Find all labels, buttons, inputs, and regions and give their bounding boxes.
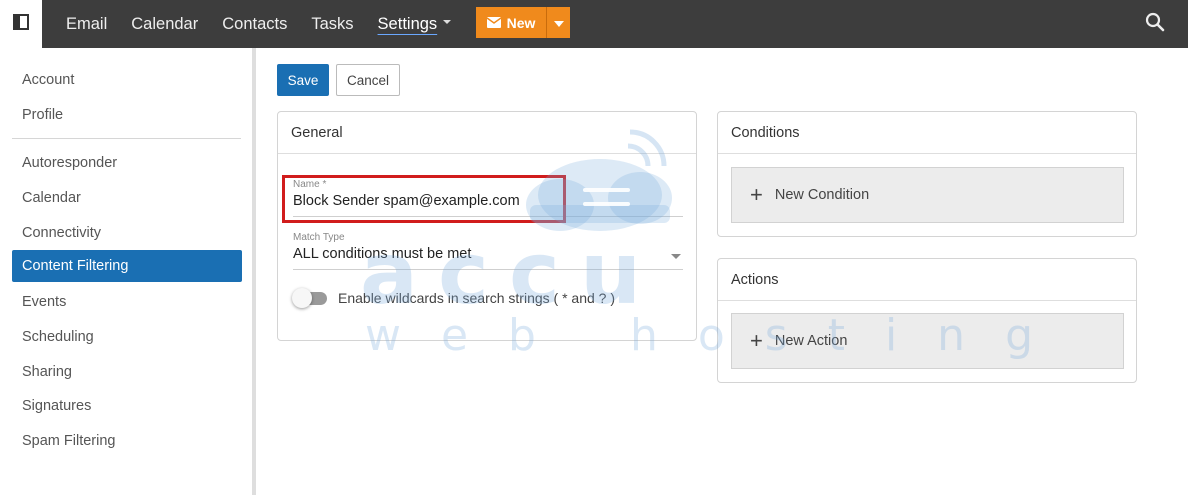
nav-contacts[interactable]: Contacts (222, 15, 287, 34)
name-field[interactable]: Name * Block Sender spam@example.com (293, 179, 683, 217)
sidebar-divider (12, 138, 241, 139)
plus-icon: + (750, 182, 763, 207)
cancel-button[interactable]: Cancel (336, 64, 400, 96)
chevron-down-icon (443, 20, 452, 25)
new-action-button[interactable]: + New Action (731, 313, 1124, 369)
sidebar-toggle-icon (13, 13, 29, 35)
sidebar-item-profile[interactable]: Profile (12, 99, 242, 131)
new-button-group: New (476, 7, 570, 38)
nav-tasks[interactable]: Tasks (311, 15, 353, 34)
sidebar-item-autoresponder[interactable]: Autoresponder (12, 147, 242, 179)
toggle-knob (292, 288, 312, 308)
search-button[interactable] (1140, 9, 1170, 39)
dropdown-caret-icon (671, 254, 681, 259)
main-nav: Email Calendar Contacts Tasks Settings (54, 0, 463, 48)
new-dropdown-button[interactable] (546, 7, 570, 38)
envelope-icon (486, 15, 502, 31)
new-button[interactable]: New (476, 7, 546, 38)
sidebar-item-connectivity[interactable]: Connectivity (12, 217, 242, 249)
sidebar-item-scheduling[interactable]: Scheduling (12, 321, 242, 353)
name-field-label: Name * (293, 179, 327, 190)
nav-settings[interactable]: Settings (378, 15, 452, 34)
wildcards-toggle-row[interactable]: Enable wildcards in search strings ( * a… (292, 288, 615, 308)
new-condition-label: New Condition (774, 187, 870, 203)
sidebar-item-spam-filtering[interactable]: Spam Filtering (12, 425, 242, 457)
general-card: General Name * Block Sender spam@example… (277, 111, 697, 341)
sidebar-item-signatures[interactable]: Signatures (12, 390, 242, 422)
actions-card-title: Actions (718, 259, 1136, 301)
new-button-label: New (506, 14, 536, 31)
sidebar-item-sharing[interactable]: Sharing (12, 356, 242, 388)
conditions-card-title: Conditions (718, 112, 1136, 154)
match-type-select[interactable]: Match Type ALL conditions must be met (293, 232, 683, 270)
sidebar-item-content-filtering[interactable]: Content Filtering (12, 250, 242, 282)
sidebar-item-events[interactable]: Events (12, 286, 242, 318)
name-field-value[interactable]: Block Sender spam@example.com (293, 193, 683, 209)
settings-sidebar: Account Profile Autoresponder Calendar C… (0, 48, 256, 495)
wildcards-toggle[interactable] (292, 288, 328, 308)
sidebar-item-calendar[interactable]: Calendar (12, 182, 242, 214)
new-action-label: New Action (774, 333, 848, 349)
new-condition-button[interactable]: + New Condition (731, 167, 1124, 223)
sidebar-item-account[interactable]: Account (12, 64, 242, 96)
caret-down-icon (553, 14, 564, 32)
search-icon (1145, 12, 1165, 37)
general-card-title: General (278, 112, 696, 154)
nav-calendar[interactable]: Calendar (131, 15, 198, 34)
plus-icon: + (750, 328, 763, 353)
match-type-value[interactable]: ALL conditions must be met (293, 246, 683, 262)
nav-email[interactable]: Email (66, 15, 107, 34)
wildcards-toggle-label: Enable wildcards in search strings ( * a… (338, 290, 616, 306)
save-button[interactable]: Save (277, 64, 329, 96)
actions-card: Actions + New Action (717, 258, 1137, 383)
conditions-card: Conditions + New Condition (717, 111, 1137, 237)
panel-toggle-button[interactable] (0, 0, 42, 48)
match-type-label: Match Type (293, 232, 345, 243)
top-bar: Email Calendar Contacts Tasks Settings N… (0, 0, 1188, 48)
nav-settings-label: Settings (377, 14, 438, 33)
